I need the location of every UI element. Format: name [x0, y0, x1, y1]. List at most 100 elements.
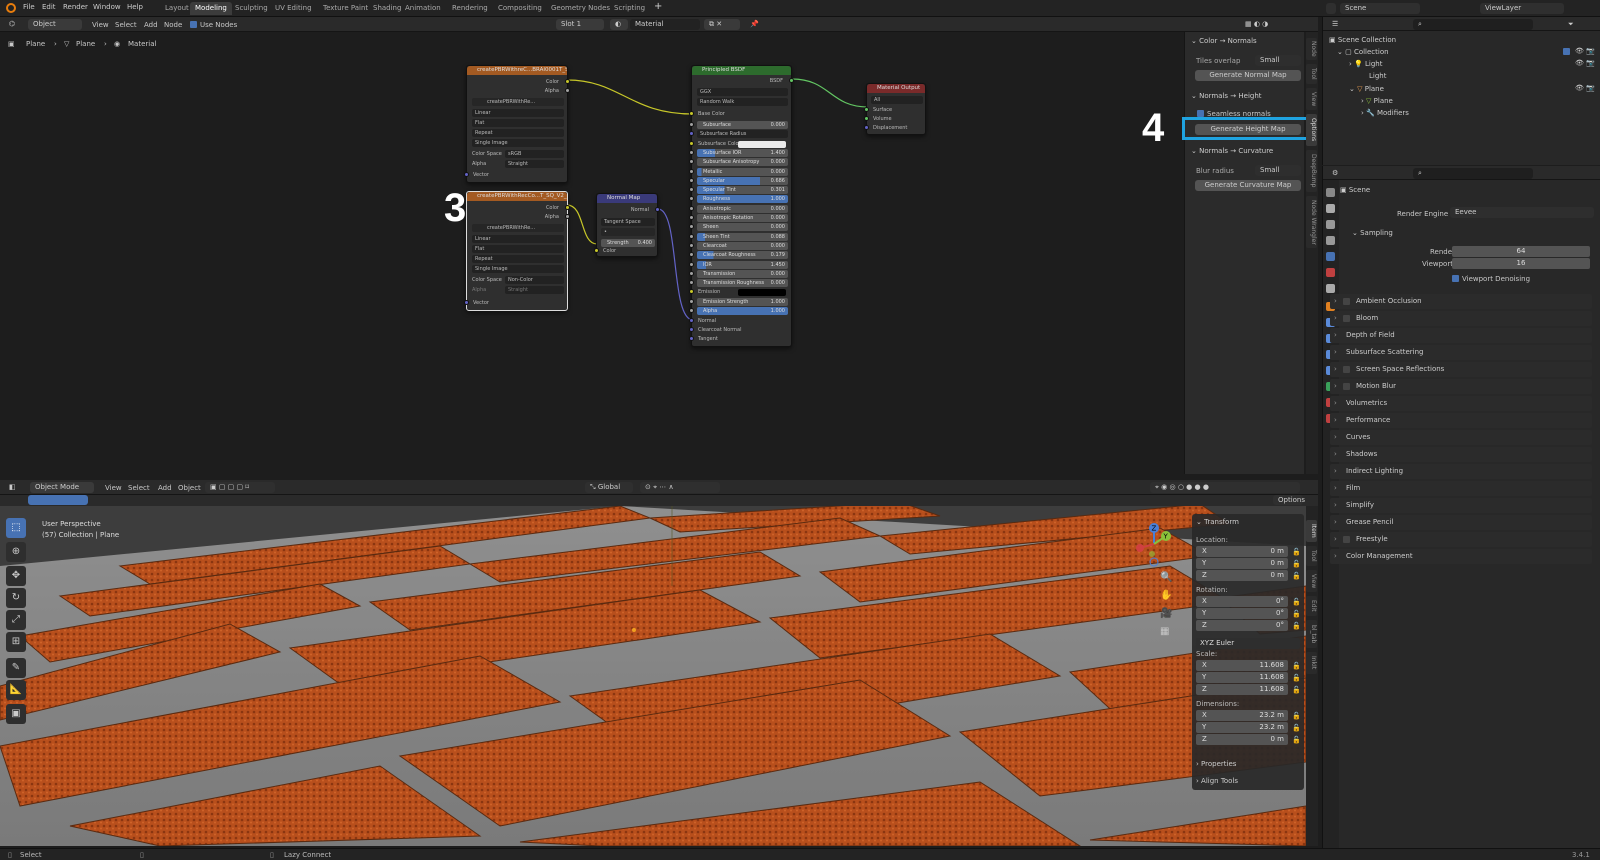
menu-add[interactable]: Add: [144, 21, 158, 29]
properties-editor-icon[interactable]: ⚙: [1327, 168, 1345, 179]
lock-icon[interactable]: 🔓: [1292, 610, 1301, 618]
section-ambient-occlusion[interactable]: › Ambient Occlusion: [1330, 294, 1592, 309]
lock-icon[interactable]: 🔓: [1292, 712, 1301, 720]
socket-clearcoat-normal[interactable]: [689, 327, 694, 332]
pan-icon[interactable]: ✋: [1160, 590, 1172, 601]
light-data-row[interactable]: Light: [1369, 72, 1386, 80]
section-enable-checkbox[interactable]: [1343, 366, 1350, 373]
input-subsurface-ior[interactable]: Subsurface IOR 1.400: [697, 148, 788, 157]
alpha-dropdown[interactable]: Straight: [505, 286, 564, 294]
input-ior[interactable]: IOR 1.450: [697, 260, 788, 269]
socket-anisotropic-rotation[interactable]: [689, 215, 694, 220]
properties-section[interactable]: › Properties: [1196, 760, 1236, 768]
sss-method-dropdown[interactable]: Random Walk: [697, 98, 788, 106]
outliner-filter-icon[interactable]: ⏷: [1563, 19, 1593, 30]
source-dropdown[interactable]: Single Image: [472, 265, 564, 273]
render-engine-dropdown[interactable]: Eevee: [1450, 207, 1594, 218]
socket-specular-tint[interactable]: [689, 187, 694, 193]
projection-dropdown[interactable]: Flat: [472, 245, 564, 253]
lock-icon[interactable]: 🔓: [1292, 598, 1301, 606]
scene-collection-row[interactable]: ▣ Scene Collection: [1329, 36, 1396, 44]
workspace-tab-uv-editing[interactable]: UV Editing: [270, 2, 317, 15]
extension-dropdown[interactable]: Repeat: [472, 129, 564, 137]
input-specular[interactable]: Specular 0.686: [697, 176, 788, 185]
tab-deepbump[interactable]: DeepBump: [1306, 150, 1317, 192]
modifiers-row[interactable]: › 🔧 Modifiers: [1361, 109, 1409, 117]
menu-window[interactable]: Window: [93, 3, 121, 11]
menu-node[interactable]: Node: [164, 21, 182, 29]
blender-logo-icon[interactable]: [6, 3, 16, 13]
rotation-mode-dropdown[interactable]: XYZ Euler: [1196, 638, 1300, 649]
visibility-icons[interactable]: 👁 📷: [1575, 84, 1595, 92]
loc-y-field[interactable]: Y0 m: [1196, 558, 1288, 569]
workspace-tab-rendering[interactable]: Rendering: [447, 2, 493, 15]
tab-edit[interactable]: Edit: [1306, 596, 1317, 616]
socket-clearcoat[interactable]: [689, 242, 694, 248]
cursor-tool-icon[interactable]: ⊕: [6, 542, 26, 562]
principled-bsdf-node[interactable]: Principled BSDF BSDF GGX Random Walk Bas…: [689, 65, 794, 347]
editor-type-icon[interactable]: ⌬: [4, 19, 22, 30]
node-overlay-icons[interactable]: ▦ ◐ ◑: [1240, 19, 1300, 30]
tab-bl[interactable]: bl_tab: [1306, 620, 1317, 648]
section-bloom[interactable]: › Bloom: [1330, 311, 1592, 326]
annotate-tool-icon[interactable]: ✎: [6, 658, 26, 678]
target-dropdown[interactable]: All: [871, 96, 923, 104]
socket-subsurface-ior[interactable]: [689, 149, 694, 155]
add-workspace-icon[interactable]: +: [654, 1, 662, 12]
input-transmission[interactable]: Transmission 0.000: [697, 269, 788, 278]
collection-tab-icon[interactable]: [1326, 284, 1335, 293]
tab-tool[interactable]: Tool: [1306, 546, 1317, 566]
interpolation-dropdown[interactable]: Linear: [472, 235, 564, 243]
loc-z-field[interactable]: Z0 m: [1196, 570, 1288, 581]
loc-x-field[interactable]: X0 m: [1196, 546, 1288, 557]
input-specular-tint[interactable]: Specular Tint 0.301: [697, 186, 788, 195]
scene-browse-icon[interactable]: [1326, 3, 1336, 14]
tab-view[interactable]: View: [1306, 88, 1317, 110]
light-row[interactable]: › 💡 Light: [1349, 60, 1382, 68]
socket-vector[interactable]: [464, 172, 469, 177]
menu-add[interactable]: Add: [158, 484, 172, 492]
section-volumetrics[interactable]: › Volumetrics: [1330, 396, 1592, 411]
socket-base-color[interactable]: [689, 111, 694, 116]
scene-tab-icon[interactable]: [1326, 252, 1335, 261]
section-shadows[interactable]: › Shadows: [1330, 447, 1592, 462]
lock-icon[interactable]: 🔓: [1292, 686, 1301, 694]
socket-color[interactable]: [565, 205, 570, 210]
material-output-node[interactable]: Material Output All Surface Volume Displ…: [864, 83, 926, 135]
section-curves[interactable]: › Curves: [1330, 430, 1592, 445]
section-normals-height[interactable]: ⌄ Normals → Height: [1191, 92, 1262, 100]
input-sheen-tint[interactable]: Sheen Tint 0.088: [697, 232, 788, 241]
menu-select[interactable]: Select: [128, 484, 150, 492]
lock-icon[interactable]: 🔓: [1292, 662, 1301, 670]
plane-row[interactable]: ⌄ ▽ Plane: [1349, 85, 1384, 93]
select-box-modes[interactable]: [28, 495, 88, 505]
socket-color[interactable]: [565, 79, 570, 84]
image-texture-node-1[interactable]: createPBRWithreC...BRAI0001T_SQ_V2.jpg C…: [464, 65, 570, 183]
dim-z-field[interactable]: Z0 m: [1196, 734, 1288, 745]
color-swatch[interactable]: [738, 140, 786, 148]
workspace-tab-layout[interactable]: Layout: [160, 2, 194, 15]
viewport-canvas[interactable]: [0, 506, 1306, 846]
rotate-tool-icon[interactable]: ↻: [6, 588, 26, 608]
input-subsurface-radius[interactable]: Subsurface Radius: [697, 130, 788, 139]
transform-tool-icon[interactable]: ⊞: [6, 632, 26, 652]
interpolation-dropdown[interactable]: Linear: [472, 109, 564, 117]
workspace-tab-modeling[interactable]: Modeling: [190, 2, 232, 15]
section-film[interactable]: › Film: [1330, 481, 1592, 496]
workspace-tab-animation[interactable]: Animation: [400, 2, 446, 15]
socket-ior[interactable]: [689, 261, 694, 267]
tab-node[interactable]: Node: [1306, 38, 1317, 60]
lock-icon[interactable]: 🔓: [1292, 572, 1301, 580]
section-depth-of-field[interactable]: › Depth of Field: [1330, 328, 1592, 343]
viewport-samples-field[interactable]: 16: [1452, 258, 1590, 269]
dim-x-field[interactable]: X 23.2 m: [1196, 710, 1288, 721]
align-tools-section[interactable]: › Align Tools: [1196, 777, 1238, 785]
tool-tab-icon[interactable]: [1326, 188, 1335, 197]
lock-icon[interactable]: 🔓: [1292, 724, 1301, 732]
input-sheen[interactable]: Sheen 0.000: [697, 223, 788, 232]
output-tab-icon[interactable]: [1326, 220, 1335, 229]
options-dropdown[interactable]: Options: [1273, 495, 1305, 505]
add-cube-tool-icon[interactable]: ▣: [6, 704, 26, 724]
section-color-management[interactable]: › Color Management: [1330, 549, 1592, 564]
section-performance[interactable]: › Performance: [1330, 413, 1592, 428]
